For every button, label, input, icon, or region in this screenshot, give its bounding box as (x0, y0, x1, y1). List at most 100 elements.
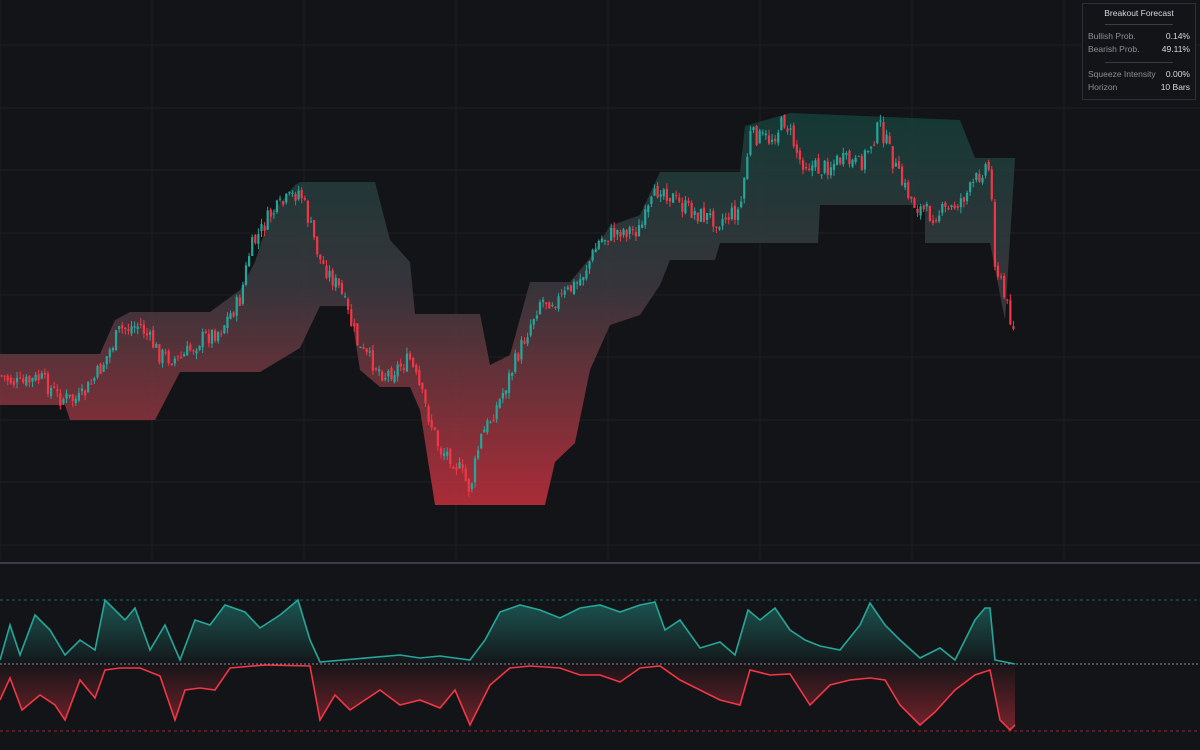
candle-body (507, 373, 511, 394)
candle-body (511, 372, 514, 376)
candle-body (758, 130, 761, 144)
candle-body (656, 185, 659, 198)
candle-body (359, 346, 362, 349)
candle-body (80, 388, 84, 392)
candle-body (817, 158, 820, 174)
candle-body (947, 208, 950, 210)
candle-body (941, 204, 944, 213)
candle-body (198, 345, 201, 350)
candle-body (826, 161, 829, 175)
candle-body (220, 333, 223, 335)
candle-body (124, 327, 127, 330)
candle-body (192, 350, 195, 352)
breakout-forecast-panel: Breakout Forecast Bullish Prob. 0.14% Be… (1082, 3, 1196, 100)
candle-body (127, 329, 130, 331)
candle-body (34, 374, 37, 381)
candle-body (870, 146, 873, 149)
candle-body (956, 206, 959, 208)
candle-body (746, 156, 749, 180)
candle-body (427, 406, 430, 422)
candle-body (944, 202, 947, 207)
candle-body (690, 202, 693, 218)
candle-body (675, 195, 678, 197)
candle-body (53, 386, 56, 388)
candle-body (306, 200, 310, 223)
candle-body (353, 323, 356, 327)
candle-body (393, 375, 396, 383)
candle-body (702, 207, 706, 222)
candle-body (148, 332, 152, 335)
candle-body (436, 430, 439, 447)
panel-divider (1105, 24, 1173, 25)
candle-body (774, 138, 777, 142)
candle-body (347, 298, 350, 310)
candle-body (857, 155, 860, 157)
candle-body (904, 182, 907, 188)
candle-body (31, 377, 34, 382)
candle-body (919, 206, 922, 216)
candle-body (628, 227, 631, 234)
candle-body (959, 198, 962, 208)
candle-body (179, 356, 183, 359)
candle-body (594, 248, 597, 253)
candle-body (294, 193, 297, 201)
candle-body (328, 270, 331, 278)
candle-body (950, 205, 953, 208)
candle-body (820, 174, 823, 176)
candle-body (993, 202, 996, 267)
candle-body (622, 229, 625, 236)
candle-body (477, 450, 480, 459)
candle-body (325, 265, 328, 279)
squeeze-row: Squeeze Intensity 0.00% (1083, 68, 1195, 81)
candle-body (442, 453, 446, 456)
candle-body (114, 330, 118, 351)
candle-body (644, 209, 647, 225)
candle-body (814, 160, 817, 168)
candle-body (650, 196, 653, 205)
candle-body (40, 373, 43, 379)
candle-body (464, 468, 467, 481)
candle-body (152, 329, 155, 348)
candle-body (625, 229, 628, 237)
candle-body (56, 389, 59, 392)
candle-body (740, 201, 743, 208)
candle-body (885, 134, 888, 144)
candle-body (563, 290, 566, 295)
candle-body (381, 371, 384, 381)
candle-body (87, 381, 90, 393)
candle-body (213, 330, 217, 341)
candle-body (501, 393, 504, 399)
candle-body (340, 283, 344, 294)
candle-body (300, 190, 303, 199)
horizon-label: Horizon (1088, 82, 1118, 92)
candle-body (415, 364, 418, 373)
candle-body (145, 333, 149, 336)
candle-body (727, 217, 730, 220)
candle-body (238, 297, 241, 306)
candle-body (520, 339, 523, 360)
candle-body (860, 155, 863, 171)
candle-body (709, 213, 712, 215)
candle-body (965, 192, 969, 201)
candle-body (371, 350, 374, 371)
candle-body (928, 205, 932, 222)
candle-body (662, 189, 665, 197)
candle-body (269, 209, 272, 217)
candle-body (170, 363, 173, 366)
candle-body (888, 136, 891, 144)
candle-body (319, 254, 322, 260)
bullish-row: Bullish Prob. 0.14% (1083, 30, 1195, 43)
candle-body (777, 132, 780, 143)
candle-body (118, 326, 121, 330)
candle-body (362, 347, 365, 349)
candle-body (384, 377, 387, 380)
candle-body (792, 125, 795, 147)
candle-body (275, 200, 279, 212)
forecast-chart[interactable] (0, 0, 1200, 750)
candle-body (659, 194, 662, 197)
candle-body (291, 192, 294, 194)
candle-body (176, 355, 180, 357)
candle-body (705, 213, 709, 220)
candle-body (71, 394, 74, 401)
candle-body (1009, 300, 1012, 325)
